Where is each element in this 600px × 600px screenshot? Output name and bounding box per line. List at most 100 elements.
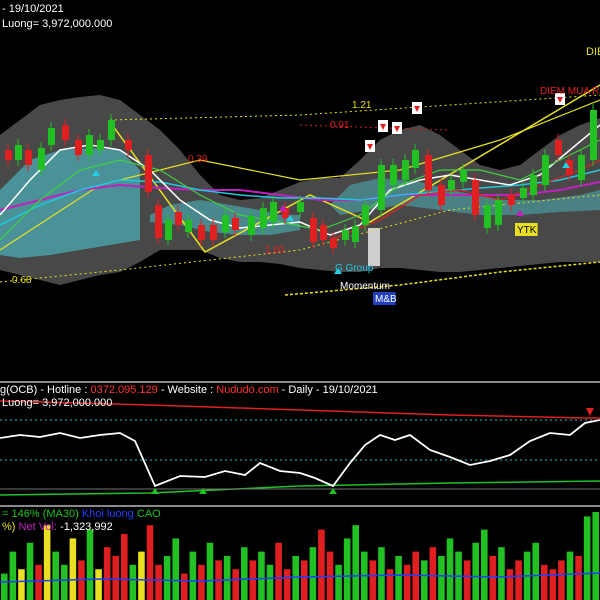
- volume-bar-28: [241, 547, 248, 600]
- volume-bar-11: [95, 569, 102, 600]
- candle-41: [495, 200, 502, 225]
- volume-bar-1: [9, 551, 17, 600]
- volume-bar-16: [138, 551, 145, 600]
- candle-49: [590, 110, 597, 160]
- oscillator-volume-text: Luong= 3,972,000.000: [2, 397, 113, 409]
- volume-bar-46: [395, 556, 402, 600]
- candle-17: [210, 225, 217, 240]
- volume-bar-51: [438, 556, 445, 600]
- volume-bar-40: [343, 538, 351, 600]
- volume-bar-3: [26, 542, 34, 600]
- volume-bar-66: [566, 551, 574, 600]
- volume-bar-26: [223, 556, 231, 600]
- candle-26: [320, 225, 327, 240]
- volume-bar-13: [112, 556, 119, 600]
- volume-level: CAO: [136, 508, 161, 520]
- candle-34: [412, 150, 419, 168]
- volume-bar-15: [129, 564, 137, 600]
- volume-bar-7: [61, 564, 68, 600]
- annotation-mb: M&B: [375, 294, 397, 305]
- candle-0: [5, 150, 12, 160]
- volume-header-1: = 146% (MA30) Khoi luong CAO: [2, 508, 161, 520]
- volume-bar-63: [541, 564, 548, 600]
- oscillator-title-suffix: - Daily - 19/10/2021: [278, 384, 378, 396]
- annotation-momentum: Momentum: [340, 281, 390, 292]
- candle-22: [270, 202, 277, 222]
- volume-bar-54: [463, 560, 471, 600]
- volume-bar-6: [52, 551, 59, 600]
- candle-28: [342, 230, 349, 240]
- volume-bar-43: [369, 560, 377, 600]
- candle-13: [165, 220, 172, 240]
- candle-21: [260, 208, 267, 228]
- candle-40: [484, 205, 491, 228]
- volume-bar-65: [558, 560, 565, 600]
- candle-35: [425, 155, 432, 190]
- volume-bar-2: [18, 569, 25, 600]
- candle-6: [75, 140, 82, 155]
- volume-bar-24: [206, 542, 214, 600]
- candle-46: [555, 140, 562, 155]
- candle-18: [222, 215, 229, 232]
- candle-9: [108, 120, 115, 140]
- volume-bar-36: [309, 547, 317, 600]
- volume-bar-19: [163, 556, 171, 600]
- volume-pct: %): [2, 521, 16, 533]
- volume-bar-17: [146, 525, 154, 600]
- candle-25: [310, 218, 317, 242]
- volume-bar-32: [275, 542, 282, 600]
- candle-24: [297, 202, 304, 212]
- main-header-date: - 19/10/2021: [2, 3, 64, 15]
- candle-7: [86, 135, 93, 155]
- candle-45: [542, 155, 549, 185]
- annotation-diem-mua-ro: DIEM MUA RO: [540, 86, 600, 97]
- candle-32: [390, 165, 397, 185]
- volume-bar-62: [532, 542, 539, 600]
- volume-bar-8: [69, 538, 77, 600]
- volume-bar-49: [421, 560, 428, 600]
- oscillator-title-prefix: g(OCB) - Hotline :: [0, 384, 91, 396]
- volume-bar-20: [172, 538, 179, 600]
- candle-27: [330, 238, 337, 248]
- candle-15: [185, 220, 192, 232]
- volume-bar-37: [318, 529, 325, 600]
- volume-bar-18: [155, 564, 162, 600]
- volume-header-2: %) Net Vol: -1,323,992: [2, 521, 113, 533]
- fib-label-1-00: 1.00: [265, 245, 285, 256]
- volume-bar-5: [43, 525, 51, 600]
- candle-4: [48, 128, 55, 145]
- volume-bar-44: [378, 547, 385, 600]
- volume-bar-39: [335, 564, 342, 600]
- volume-bar-22: [189, 551, 197, 600]
- volume-bar-58: [498, 547, 505, 600]
- osc-green-line: [0, 480, 600, 496]
- candle-29: [352, 226, 359, 242]
- volume-bar-60: [515, 560, 522, 600]
- candle-31: [378, 165, 385, 210]
- osc-white-line: [0, 419, 600, 488]
- volume-ratio: = 146%: [2, 508, 40, 520]
- volume-label: Khoi luong: [81, 508, 134, 520]
- volume-bar-30: [258, 551, 265, 600]
- volume-bar-27: [232, 569, 239, 600]
- hotline-text: 0372.095.129: [90, 384, 158, 396]
- candle-36: [438, 185, 445, 205]
- volume-bar-21: [181, 573, 188, 600]
- main-header-volume: Luong= 3,972,000.000: [2, 18, 113, 30]
- volume-bar-55: [472, 542, 479, 600]
- volume-bar-41: [352, 525, 359, 600]
- candle-2: [25, 150, 32, 165]
- volume-bar-47: [403, 564, 411, 600]
- volume-panel[interactable]: = 146% (MA30) Khoi luong CAO %) Net Vol:…: [0, 507, 600, 600]
- volume-bar-69: [592, 512, 599, 600]
- candle-37: [448, 180, 455, 190]
- candle-8: [97, 140, 104, 150]
- osc-sell-arrow-icon: [586, 408, 594, 416]
- candle-30: [362, 205, 369, 225]
- candle-3: [38, 148, 45, 170]
- volume-bar-14: [121, 534, 128, 600]
- price-chart-panel[interactable]: 1.210.91 0.39 1.00 0.68 DIE DIEM MUA RO YTK Mom…: [0, 0, 600, 381]
- annotation-group: G Group: [335, 263, 374, 274]
- oscillator-panel[interactable]: g(OCB) - Hotline : 0372.095.129 - Websit…: [0, 383, 600, 505]
- gray-patch: [368, 228, 380, 266]
